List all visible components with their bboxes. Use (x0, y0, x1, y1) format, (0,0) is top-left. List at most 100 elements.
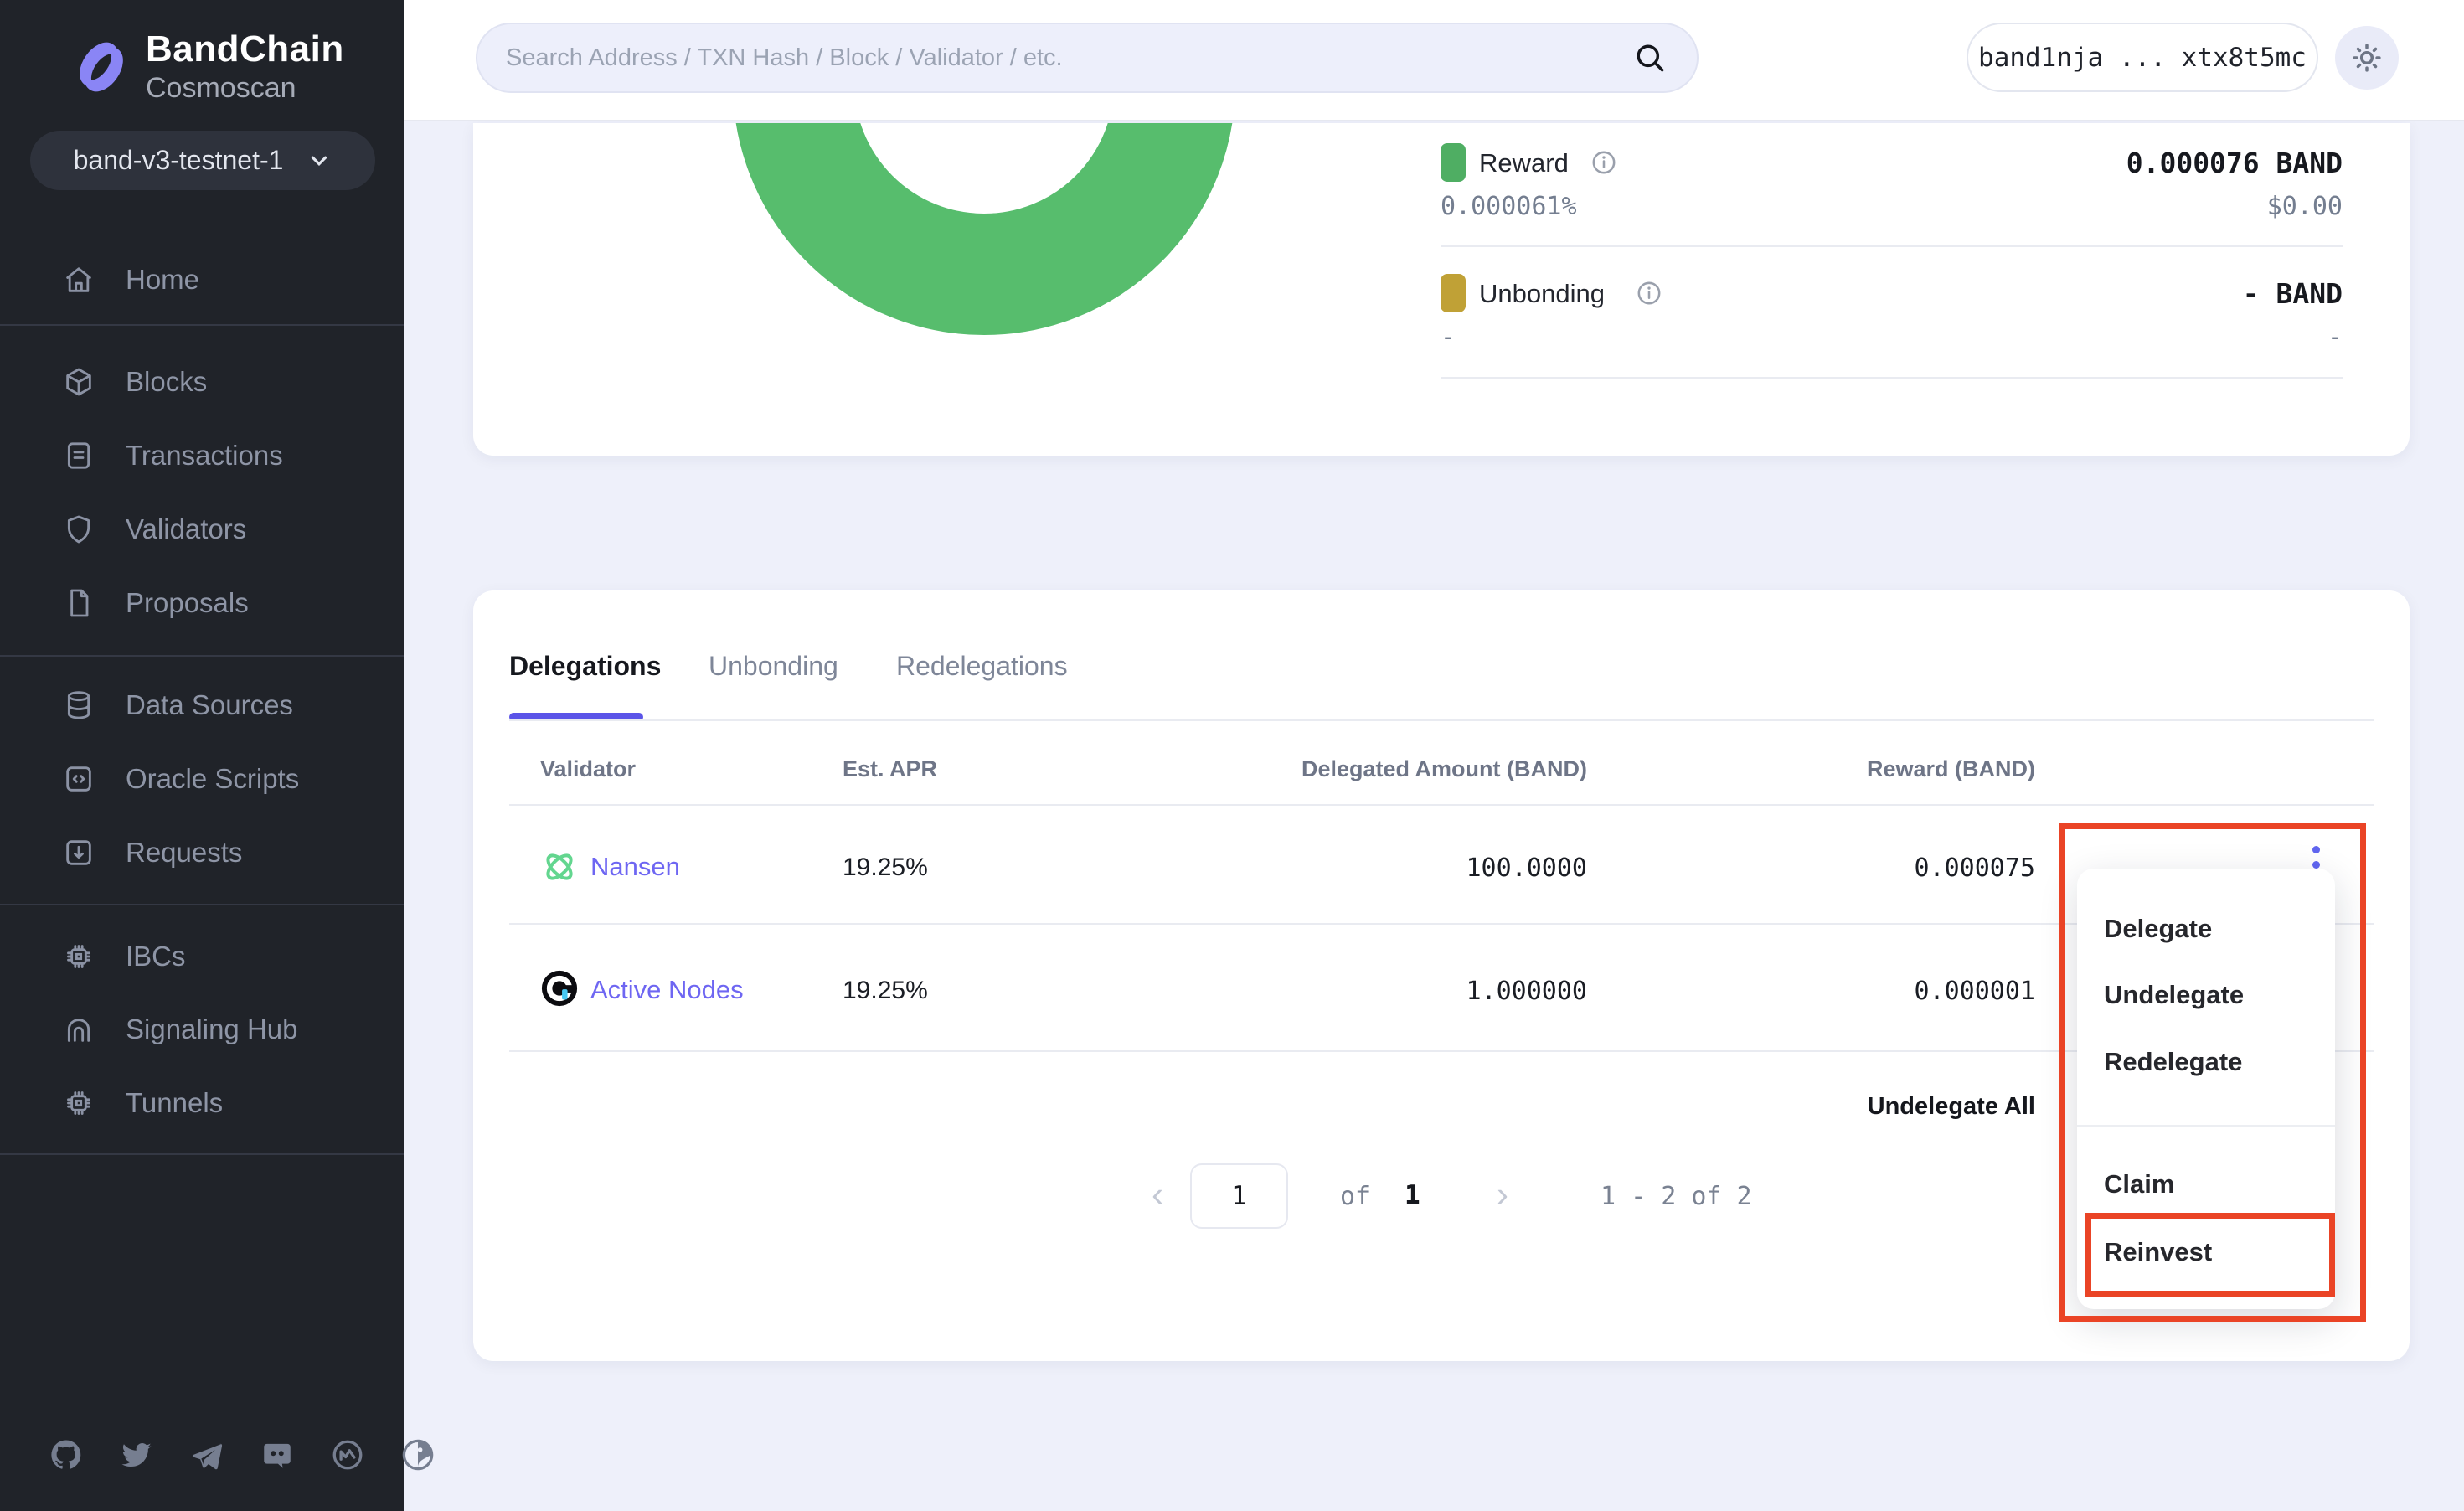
bandchain-cosmoscan-app: BandChain Cosmoscan band-v3-testnet-1 Ho… (0, 0, 2464, 1511)
sidebar-item-label: Validators (126, 513, 246, 545)
menu-item-delegate[interactable]: Delegate (2104, 914, 2212, 944)
reward-usd: $0.00 (2267, 192, 2343, 221)
sidebar-item-label: Requests (126, 837, 242, 869)
page-of-label: of (1340, 1182, 1370, 1211)
code-box-icon (62, 762, 95, 796)
nansen-validator-icon (540, 848, 579, 886)
sidebar-item-label: IBCs (126, 941, 186, 972)
search-input[interactable] (506, 44, 1631, 72)
bandchain-logo-icon (74, 34, 129, 101)
menu-item-redelegate[interactable]: Redelegate (2104, 1047, 2242, 1077)
download-box-icon (62, 836, 95, 869)
network-selector[interactable]: band-v3-testnet-1 (30, 131, 375, 190)
apr-cell: 19.25% (843, 853, 928, 882)
info-icon[interactable] (1635, 279, 1663, 307)
coingecko-icon[interactable] (400, 1437, 436, 1472)
sidebar-item-transactions[interactable]: Transactions (0, 429, 404, 482)
sidebar-divider (0, 904, 404, 905)
file-icon (62, 586, 95, 620)
sidebar-item-oracle-scripts[interactable]: Oracle Scripts (0, 752, 404, 806)
database-icon (62, 688, 95, 722)
column-header-validator: Validator (540, 756, 636, 782)
reward-cell: 0.000075 (1915, 853, 2036, 883)
sidebar-item-validators[interactable]: Validators (0, 503, 404, 556)
chip-icon (62, 1086, 95, 1120)
sidebar-item-label: Transactions (126, 440, 283, 472)
social-links (49, 1437, 436, 1472)
top-bar: band1nja ... xtx8t5mc (404, 0, 2464, 121)
column-header-reward: Reward (BAND) (1867, 756, 2035, 782)
github-icon[interactable] (49, 1437, 84, 1472)
delegated-amount-cell: 100.0000 (1467, 853, 1588, 883)
sidebar-item-label: Signaling Hub (126, 1013, 297, 1045)
chevron-down-icon (307, 148, 332, 173)
sidebar: BandChain Cosmoscan band-v3-testnet-1 Ho… (0, 0, 404, 1511)
home-icon (62, 263, 95, 297)
kebab-dot (2312, 846, 2320, 853)
column-header-apr: Est. APR (843, 756, 937, 782)
sidebar-item-home[interactable]: Home (0, 253, 404, 307)
sidebar-item-label: Proposals (126, 587, 249, 619)
wallet-address-button[interactable]: band1nja ... xtx8t5mc (1967, 23, 2318, 92)
info-icon[interactable] (1590, 148, 1618, 177)
sidebar-item-label: Tunnels (126, 1087, 223, 1119)
shield-icon (62, 513, 95, 546)
discord-icon[interactable] (260, 1437, 295, 1472)
brand-title: BandChain (146, 28, 344, 70)
current-page: 1 (1231, 1181, 1247, 1211)
total-pages: 1 (1405, 1180, 1420, 1210)
sidebar-item-data-sources[interactable]: Data Sources (0, 678, 404, 732)
tab-unbonding[interactable]: Unbonding (709, 651, 838, 682)
delegation-donut-chart (733, 123, 1235, 335)
account-overview-card: Reward 0.000076 BAND 0.000061% $0.00 Unb… (473, 123, 2410, 456)
validator-link[interactable]: Active Nodes (590, 975, 744, 1005)
tab-delegations[interactable]: Delegations (509, 651, 661, 682)
reward-cell: 0.000001 (1915, 977, 2036, 1006)
overview-info-panel: Reward 0.000076 BAND 0.000061% $0.00 Unb… (1441, 123, 2343, 456)
reward-label: Reward (1479, 148, 1569, 178)
sidebar-item-ibcs[interactable]: IBCs (0, 930, 404, 983)
kebab-dot (2312, 861, 2320, 869)
brand[interactable]: BandChain Cosmoscan (74, 28, 344, 105)
divider (1441, 245, 2343, 247)
sidebar-item-proposals[interactable]: Proposals (0, 576, 404, 630)
divider (1441, 377, 2343, 379)
sidebar-item-tunnels[interactable]: Tunnels (0, 1076, 404, 1130)
sidebar-item-signaling-hub[interactable]: Signaling Hub (0, 1003, 404, 1056)
search-icon[interactable] (1631, 39, 1668, 76)
brand-subtitle: Cosmoscan (146, 72, 344, 105)
unbonding-left-value: - (1441, 322, 1456, 352)
delegated-amount-cell: 1.000000 (1467, 977, 1588, 1006)
sidebar-item-blocks[interactable]: Blocks (0, 355, 404, 409)
undelegate-all-button[interactable]: Undelegate All (1868, 1093, 2035, 1121)
unbonding-legend-swatch (1441, 274, 1466, 312)
previous-page-button[interactable]: ‹ (1152, 1177, 1163, 1212)
theme-toggle-button[interactable] (2335, 26, 2399, 90)
unbonding-label: Unbonding (1479, 279, 1605, 309)
reward-percent: 0.000061% (1441, 192, 1577, 221)
search-bar[interactable] (476, 23, 1699, 93)
tab-redelegations[interactable]: Redelegations (896, 651, 1068, 682)
next-page-button[interactable]: › (1497, 1177, 1508, 1212)
sidebar-item-label: Home (126, 264, 199, 296)
unbonding-amount: - BAND (2243, 277, 2343, 310)
page-number-input[interactable]: 1 (1190, 1163, 1288, 1229)
telegram-icon[interactable] (189, 1437, 224, 1472)
validator-link[interactable]: Nansen (590, 852, 680, 882)
unbonding-right-value: - (2327, 322, 2343, 352)
page-range-label: 1 - 2 of 2 (1601, 1182, 1752, 1211)
menu-item-reinvest[interactable]: Reinvest (2104, 1237, 2212, 1267)
sun-icon (2349, 40, 2384, 75)
network-name: band-v3-testnet-1 (74, 145, 284, 176)
sidebar-item-requests[interactable]: Requests (0, 826, 404, 879)
sidebar-item-label: Data Sources (126, 689, 293, 721)
active-nodes-validator-icon (540, 969, 579, 1008)
coinmarketcap-icon[interactable] (330, 1437, 365, 1472)
sidebar-divider (0, 324, 404, 326)
apr-cell: 19.25% (843, 977, 928, 1005)
sidebar-item-label: Blocks (126, 366, 207, 398)
twitter-icon[interactable] (119, 1437, 154, 1472)
divider (509, 804, 2374, 806)
menu-item-undelegate[interactable]: Undelegate (2104, 980, 2244, 1010)
menu-item-claim[interactable]: Claim (2104, 1169, 2174, 1199)
